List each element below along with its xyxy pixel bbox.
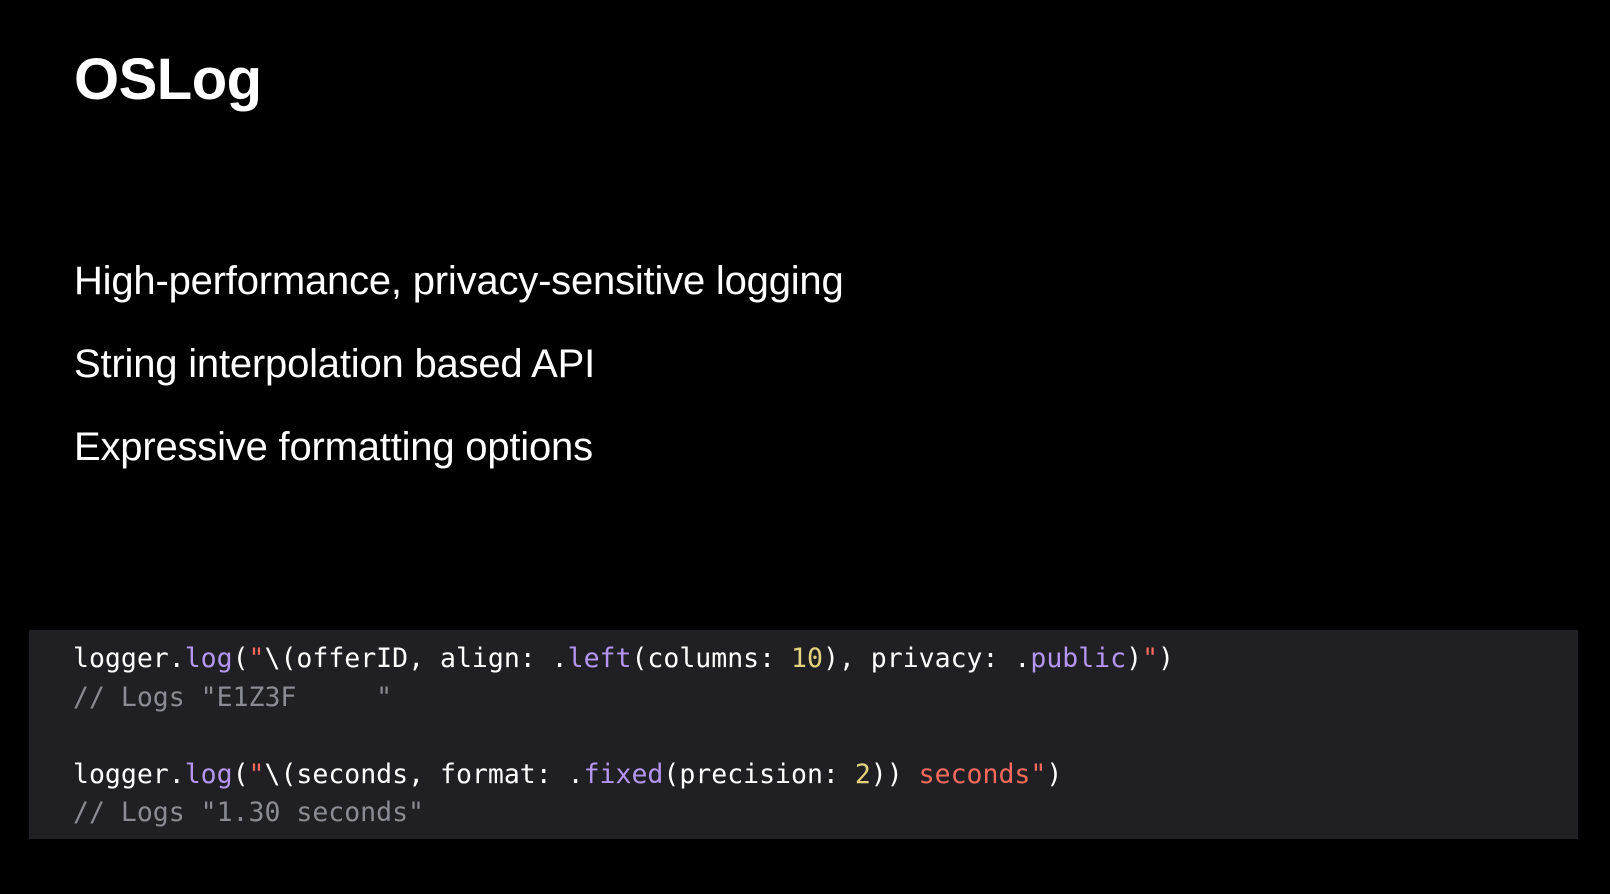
bullet-list: High-performance, privacy-sensitive logg… bbox=[74, 256, 844, 505]
code-format-function: fixed bbox=[583, 758, 664, 790]
slide: OSLog High-performance, privacy-sensitiv… bbox=[0, 0, 1610, 894]
code-paren: ( bbox=[232, 758, 249, 790]
bullet-item: High-performance, privacy-sensitive logg… bbox=[74, 259, 844, 303]
code-method: log bbox=[184, 758, 233, 790]
code-interpolation-close: )) bbox=[870, 758, 903, 790]
code-align-function: left bbox=[567, 643, 632, 674]
code-interpolation-close: ) bbox=[1126, 643, 1143, 674]
code-receiver: logger. bbox=[73, 643, 185, 674]
code-string-quote: " bbox=[248, 758, 265, 790]
slide-title: OSLog bbox=[74, 47, 262, 112]
code-privacy-value: public bbox=[1030, 643, 1127, 674]
code-precision-label: (precision: bbox=[663, 758, 855, 790]
code-line-log-offer: logger.log("\(offerID, align: .left(colu… bbox=[73, 640, 1578, 679]
code-paren: ( bbox=[232, 643, 249, 674]
code-interpolation: \(seconds, format: . bbox=[264, 758, 584, 790]
code-block: logger.log("\(offerID, align: .left(colu… bbox=[29, 630, 1578, 839]
code-string-quote: " bbox=[1142, 643, 1159, 674]
code-columns-label: (columns: bbox=[631, 643, 792, 674]
code-string-quote: " bbox=[1030, 758, 1047, 790]
code-paren: ) bbox=[1046, 758, 1063, 790]
code-string-literal: seconds bbox=[902, 758, 1031, 790]
code-privacy-label: ), privacy: . bbox=[822, 643, 1031, 674]
code-comment-seconds: // Logs "1.30 seconds" bbox=[73, 797, 424, 828]
code-interpolation: \(offerID, align: . bbox=[264, 643, 568, 674]
code-precision-value: 2 bbox=[854, 758, 871, 790]
code-paren: ) bbox=[1158, 643, 1174, 674]
bullet-item: String interpolation based API bbox=[74, 342, 596, 386]
code-line-log-seconds: logger.log("\(seconds, format: .fixed(pr… bbox=[73, 756, 1578, 795]
code-receiver: logger. bbox=[73, 758, 185, 790]
code-comment-offer: // Logs "E1Z3F " bbox=[73, 681, 393, 713]
code-columns-value: 10 bbox=[791, 643, 823, 674]
code-string-quote: " bbox=[248, 643, 265, 674]
code-method: log bbox=[184, 643, 233, 674]
bullet-item: Expressive formatting options bbox=[74, 425, 593, 469]
